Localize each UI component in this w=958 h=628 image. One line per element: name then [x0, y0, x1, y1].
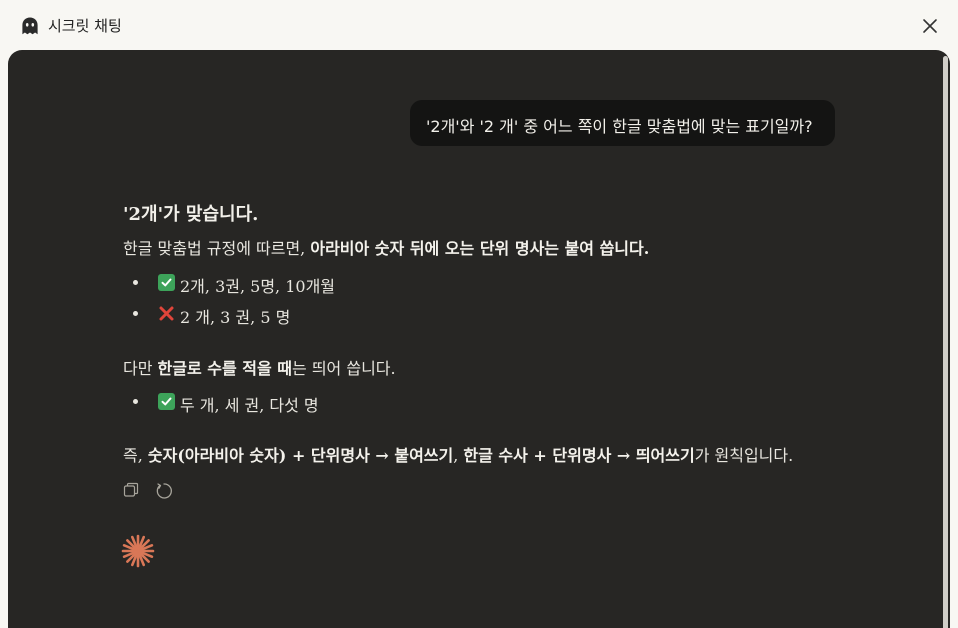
scrollbar[interactable] — [943, 56, 948, 628]
window-title: 시크릿 채팅 — [48, 17, 122, 35]
bullet-dot — [133, 399, 138, 404]
check-icon — [158, 393, 175, 410]
retry-icon[interactable] — [155, 482, 173, 500]
title-bar: 시크릿 채팅 — [0, 0, 958, 50]
chat-panel: '2개'와 '2 개' 중 어느 쪽이 한글 맞춤법에 맞는 표기일까? '2개… — [8, 50, 950, 628]
check-icon — [158, 274, 175, 291]
copy-icon[interactable] — [123, 482, 139, 498]
answer-rule: 한글 맞춤법 규정에 따르면, 아라비아 숫자 뒤에 오는 단위 명사는 붙여 … — [123, 239, 650, 258]
answer-heading: '2개'가 맞습니다. — [123, 204, 259, 225]
bullet-dot — [133, 280, 138, 285]
ghost-icon — [22, 17, 38, 35]
user-message: '2개'와 '2 개' 중 어느 쪽이 한글 맞춤법에 맞는 표기일까? — [410, 100, 835, 146]
cross-icon — [159, 306, 174, 321]
spark-icon — [121, 534, 155, 568]
bullet-dot — [133, 311, 138, 316]
answer-summary: 즉, 숫자(아라비아 숫자) + 단위명사 → 붙여쓰기, 한글 수사 + 단위… — [123, 446, 794, 465]
close-icon[interactable] — [918, 14, 942, 38]
answer-exception: 다만 한글로 수를 적을 때는 띄어 씁니다. — [123, 359, 396, 378]
